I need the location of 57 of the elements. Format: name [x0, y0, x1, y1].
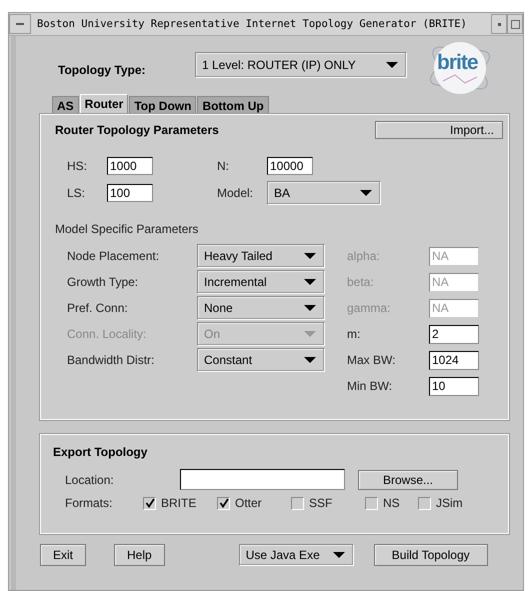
window-menu-button[interactable]: [9, 14, 31, 34]
minimize-button[interactable]: [491, 14, 507, 34]
dropdown[interactable]: None: [197, 296, 325, 320]
model-dropdown[interactable]: BA: [267, 181, 381, 205]
panel-title: Router Topology Parameters: [55, 123, 219, 137]
location-field[interactable]: [180, 469, 345, 490]
field-label: Model:: [217, 186, 254, 200]
field-label: Min BW:: [347, 378, 394, 395]
checkbox-label: SSF: [309, 496, 332, 510]
executable-dropdown[interactable]: Use Java Exe: [238, 544, 354, 566]
topology-type-label: Topology Type:: [58, 63, 147, 77]
section-title: Model Specific Parameters: [55, 222, 200, 236]
browse-button[interactable]: Browse...: [358, 470, 458, 490]
tab[interactable]: Router: [80, 94, 128, 114]
tab[interactable]: AS: [52, 96, 79, 114]
input-field[interactable]: 1024: [429, 350, 479, 370]
field-label: gamma:: [347, 300, 392, 317]
checkbox[interactable]: [143, 496, 156, 510]
checkbox[interactable]: [217, 496, 230, 510]
input-field[interactable]: 10000: [267, 157, 313, 175]
window-title: Boston University Representative Internet Topology Generator (BRITE): [36, 18, 468, 30]
help-button[interactable]: Help: [114, 544, 165, 566]
field-label: Formats:: [65, 496, 114, 510]
field-label: beta:: [347, 274, 375, 291]
field-label: alpha:: [347, 248, 381, 265]
field-label: Max BW:: [347, 352, 396, 369]
checkbox-label: BRITE: [161, 496, 196, 510]
maximize-button[interactable]: [507, 14, 523, 34]
input-field[interactable]: 100: [107, 184, 153, 202]
field-label: Node Placement:: [67, 248, 160, 265]
checkbox[interactable]: [365, 496, 378, 510]
field-label: Pref. Conn:: [67, 300, 129, 317]
field-label: Bandwidth Distr:: [67, 352, 156, 369]
checkbox-label: JSim: [436, 496, 463, 510]
field-label: N:: [217, 159, 230, 173]
tab[interactable]: Top Down: [129, 96, 196, 114]
build-topology-button[interactable]: Build Topology: [374, 544, 488, 566]
input-field[interactable]: 10: [429, 376, 479, 396]
checkbox-label: NS: [383, 496, 400, 510]
tab[interactable]: Bottom Up: [197, 96, 269, 114]
checkbox[interactable]: [291, 496, 304, 510]
field-label: Location:: [65, 472, 115, 486]
exit-button[interactable]: Exit: [40, 544, 86, 566]
field-label: LS:: [67, 186, 86, 200]
input-field[interactable]: 1000: [107, 157, 153, 175]
panel-title: Export Topology: [53, 445, 148, 459]
dropdown[interactable]: Constant: [197, 348, 325, 372]
import-button[interactable]: Import...: [375, 121, 503, 139]
field-label: Conn. Locality:: [67, 326, 148, 343]
checkbox[interactable]: [418, 496, 431, 510]
field-label: Growth Type:: [67, 274, 140, 291]
topology-type-dropdown[interactable]: 1 Level: ROUTER (IP) ONLY: [195, 52, 407, 78]
field-label: m:: [347, 326, 362, 343]
field-label: HS:: [67, 159, 88, 173]
dropdown[interactable]: Heavy Tailed: [197, 244, 325, 268]
dropdown[interactable]: Incremental: [197, 270, 325, 294]
checkbox-label: Otter: [235, 496, 262, 510]
